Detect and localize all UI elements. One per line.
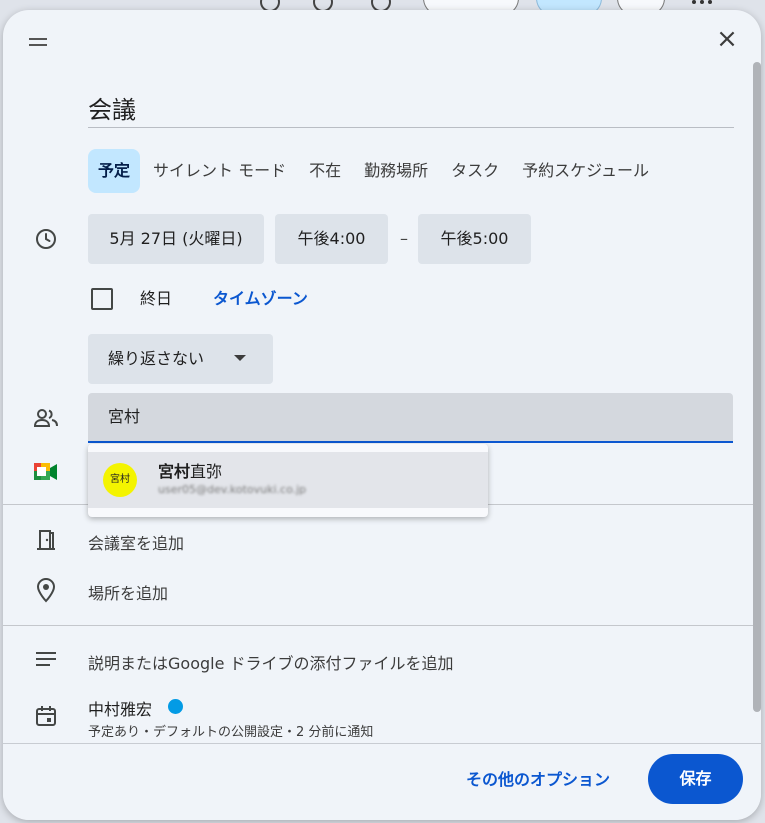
scrollbar-thumb[interactable] [753, 62, 761, 712]
tab-appointment-schedule[interactable]: 予約スケジュール [512, 149, 659, 193]
apps-grid-icon[interactable] [692, 0, 712, 10]
tab-out-of-office[interactable]: 不在 [299, 149, 351, 193]
guest-suggestion-dropdown: 宮村 宮村直弥 user05@dev.kotovuki.co.jp [88, 444, 488, 517]
guest-search-input[interactable]: 宮村 [88, 393, 733, 443]
more-options-button[interactable]: その他のオプション [466, 766, 610, 790]
date-picker-button[interactable]: 5月 27日 (火曜日) [88, 214, 264, 264]
time-range-separator: – [400, 229, 408, 248]
calendar-color-dot [168, 699, 183, 714]
scrollbar[interactable] [751, 50, 761, 720]
location-pin-icon [36, 577, 56, 603]
event-title-input[interactable]: 会議 [88, 82, 734, 128]
section-divider [3, 625, 761, 626]
add-location-button[interactable]: 場所を追加 [88, 580, 168, 604]
description-icon [36, 652, 56, 666]
google-meet-icon[interactable] [34, 462, 58, 482]
people-icon [33, 409, 58, 427]
avatar: 宮村 [103, 463, 137, 497]
tab-working-location[interactable]: 勤務場所 [354, 149, 438, 193]
save-button[interactable]: 保存 [648, 754, 743, 804]
end-time-button[interactable]: 午後5:00 [418, 214, 531, 264]
recurrence-value: 繰り返さない [108, 349, 205, 368]
dropdown-arrow-icon [234, 355, 246, 361]
event-type-tabs: 予定 サイレント モード 不在 勤務場所 タスク 予約スケジュール [88, 149, 662, 193]
all-day-checkbox[interactable] [91, 288, 113, 310]
calendar-owner-details: 予定あり・デフォルトの公開設定・2 分前に通知 [88, 725, 374, 740]
calendar-icon [36, 706, 56, 726]
all-day-label: 終日 [140, 289, 173, 308]
tab-focus-time[interactable]: サイレント モード [143, 149, 296, 193]
close-button[interactable]: × [715, 26, 739, 52]
add-room-button[interactable]: 会議室を追加 [88, 530, 184, 554]
add-description-button[interactable]: 説明またはGoogle ドライブの添付ファイルを追加 [88, 650, 454, 674]
door-icon [37, 530, 55, 550]
tab-event[interactable]: 予定 [88, 149, 141, 193]
recurrence-dropdown[interactable]: 繰り返さない [88, 334, 273, 384]
calendar-owner-name[interactable]: 中村雅宏 [88, 696, 152, 720]
start-time-button[interactable]: 午後4:00 [275, 214, 388, 264]
suggestion-name: 宮村直弥 [158, 462, 223, 481]
dialog-footer: その他のオプション 保存 [3, 743, 761, 820]
drag-handle-icon[interactable] [29, 38, 47, 50]
clock-icon [36, 229, 56, 249]
timezone-link[interactable]: タイムゾーン [213, 288, 308, 310]
suggestion-email: user05@dev.kotovuki.co.jp [158, 483, 307, 496]
tab-task[interactable]: タスク [441, 149, 509, 193]
event-create-dialog: × 会議 予定 サイレント モード 不在 勤務場所 タスク 予約スケジュール 5… [3, 10, 761, 820]
guest-suggestion-item[interactable]: 宮村 宮村直弥 user05@dev.kotovuki.co.jp [88, 452, 488, 508]
